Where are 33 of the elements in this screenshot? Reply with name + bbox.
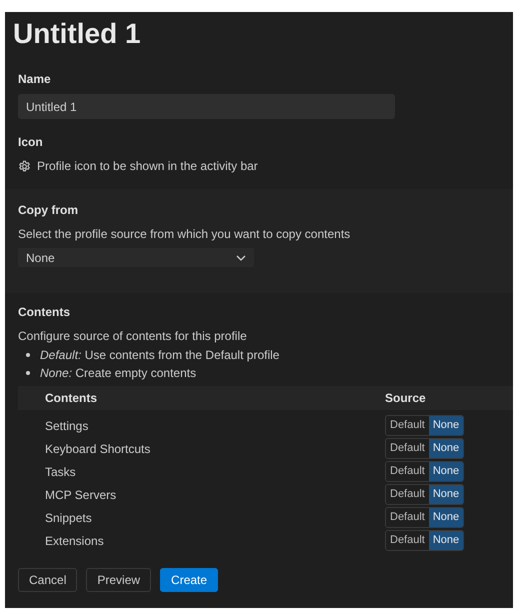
source-dropdown[interactable]: None — [18, 248, 254, 267]
table-cell-text: Keyboard Shortcuts — [45, 440, 152, 458]
source-option[interactable]: None — [428, 416, 464, 435]
table-cell-text: Tasks — [45, 464, 77, 480]
bullet-text: Default: Use contents from the Default profile — [40, 347, 280, 364]
table-cell-text: Settings — [45, 418, 90, 434]
column-header: Source — [385, 390, 426, 407]
gear-icon[interactable] — [18, 160, 31, 172]
source-option[interactable]: None — [428, 485, 464, 504]
bullet-icon — [26, 371, 30, 375]
source-option[interactable]: None — [428, 531, 464, 550]
field-label: Contents — [18, 304, 71, 321]
primary-button[interactable]: Create — [160, 568, 218, 592]
table-cell-text: Extensions — [45, 532, 105, 550]
chevron-down-icon — [236, 254, 246, 260]
page-title: Untitled 1 — [13, 17, 142, 51]
name-field[interactable]: Untitled 1 — [18, 94, 395, 119]
source-option[interactable]: None — [428, 462, 464, 481]
field-label: Name — [18, 71, 52, 88]
icon-description: Profile icon to be shown in the activity bar — [37, 158, 258, 175]
secondary-button[interactable]: Cancel — [18, 568, 78, 592]
column-header: Contents — [45, 390, 98, 407]
source-option[interactable]: None — [428, 439, 464, 458]
field-label: Copy from — [18, 202, 79, 219]
field-description: Configure source of contents for this profile — [18, 328, 248, 345]
bullet-text: None: Create empty contents — [40, 365, 196, 382]
field-label: Icon — [18, 134, 44, 151]
bullet-icon — [26, 353, 30, 357]
secondary-button[interactable]: Preview — [86, 568, 152, 592]
field-description: Select the profile source from which you want to copy contents — [18, 226, 352, 243]
table-cell-text: Snippets — [45, 510, 93, 526]
table-cell-text: MCP Servers — [45, 486, 118, 504]
source-option[interactable]: None — [428, 508, 464, 527]
